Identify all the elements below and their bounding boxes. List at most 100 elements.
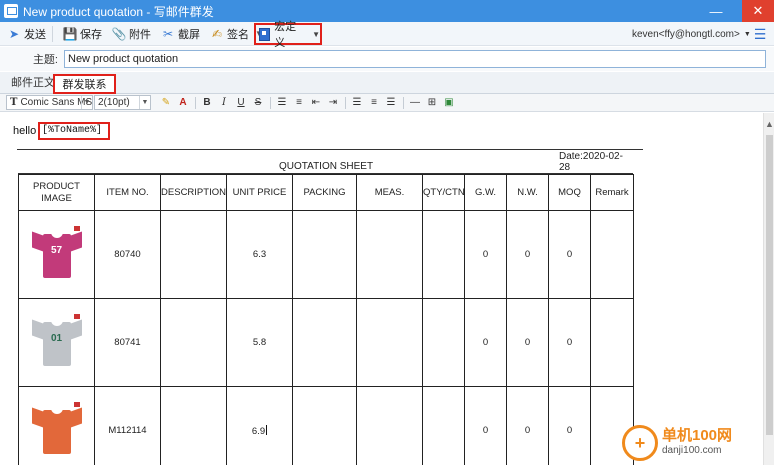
qty-ctn-cell[interactable] [422, 386, 465, 465]
insert-image-icon[interactable]: ▣ [441, 95, 457, 111]
mail-editor[interactable]: hello [%ToName%] Date:2020-02-28 QUOTATI… [0, 113, 763, 465]
minimize-button[interactable]: — [700, 0, 732, 22]
outdent-icon[interactable]: ⇤ [308, 95, 324, 111]
attach-label: 附件 [129, 28, 151, 41]
column-header: DESCRIPTION [160, 174, 227, 211]
tshirt-body [42, 409, 71, 454]
column-header: MEAS. [356, 174, 423, 211]
moq-cell[interactable]: 0 [548, 386, 591, 465]
gw-cell[interactable]: 0 [464, 298, 507, 387]
column-header: QTY/CTN [422, 174, 465, 211]
qty-ctn-cell[interactable] [422, 298, 465, 387]
moq-cell[interactable]: 0 [548, 298, 591, 387]
remark-cell[interactable] [590, 210, 634, 299]
scroll-up-icon[interactable]: ▲ [764, 119, 774, 129]
column-header: MOQ [548, 174, 591, 211]
vertical-scrollbar[interactable]: ▲ [763, 113, 774, 465]
chevron-down-icon: ▼ [743, 30, 751, 38]
bold-icon[interactable]: B [199, 95, 215, 111]
highlight-pen-icon[interactable]: ✎ [158, 95, 174, 111]
subject-input[interactable]: New product quotation [64, 50, 766, 68]
tab-mail-body[interactable]: 邮件正文 [6, 74, 60, 94]
description-cell[interactable] [160, 386, 227, 465]
nw-cell[interactable]: 0 [506, 298, 549, 387]
chevron-down-icon: ▼ [139, 96, 150, 109]
meas-cell[interactable] [356, 210, 423, 299]
meas-cell[interactable] [356, 386, 423, 465]
description-cell[interactable] [160, 210, 227, 299]
table-icon[interactable]: ⊞ [424, 95, 440, 111]
unit-price-cell[interactable]: 6.3 [226, 210, 293, 299]
send-button[interactable]: ➤ 发送 [4, 23, 49, 45]
watermark-text: 单机100网 danji100.com [662, 428, 732, 458]
item-no-cell[interactable]: 80741 [94, 298, 161, 387]
editor-tabs: 邮件正文 群发联系人 [0, 72, 774, 109]
qty-ctn-cell[interactable] [422, 210, 465, 299]
packing-cell[interactable] [292, 298, 357, 387]
ordered-list-icon[interactable]: ☰ [274, 95, 290, 111]
format-divider [270, 97, 271, 109]
table-row[interactable]: 01 80741 5.8 0 0 0 [18, 298, 634, 387]
item-no-cell[interactable]: 80740 [94, 210, 161, 299]
macro-button[interactable]: 宏定义 ▼ [254, 21, 322, 49]
align-right-icon[interactable]: ☰ [383, 95, 399, 111]
table-header-row: PRODUCT IMAGE ITEM NO. DESCRIPTION UNIT … [18, 174, 634, 211]
product-image-cell[interactable] [18, 386, 95, 465]
to-name-placeholder[interactable]: [%ToName%] [38, 122, 110, 140]
table-row[interactable]: M112114 6.9 0 0 0 [18, 386, 634, 465]
packing-cell[interactable] [292, 386, 357, 465]
signature-label: 签名 [227, 28, 249, 41]
align-center-icon[interactable]: ≡ [366, 95, 382, 111]
tshirt-body [42, 233, 71, 278]
account-selector[interactable]: keven<ffy@hongtl.com> ▼ [632, 22, 751, 46]
tshirt-tag [73, 313, 80, 319]
unit-price-cell[interactable]: 6.9 [226, 386, 293, 465]
remark-cell[interactable] [590, 298, 634, 387]
site-watermark: + 单机100网 danji100.com [622, 424, 772, 462]
item-no-cell[interactable]: M112114 [94, 386, 161, 465]
gw-cell[interactable]: 0 [464, 386, 507, 465]
column-header: UNIT PRICE [226, 174, 293, 211]
horizontal-rule-icon[interactable]: — [407, 95, 423, 111]
indent-icon[interactable]: ⇥ [325, 95, 341, 111]
underline-icon[interactable]: U [233, 95, 249, 111]
meas-cell[interactable] [356, 298, 423, 387]
scrollbar-thumb[interactable] [766, 135, 773, 435]
tshirt-image: 57 [31, 224, 82, 286]
description-cell[interactable] [160, 298, 227, 387]
greeting-text: hello [13, 125, 37, 137]
tshirt-print: 57 [50, 244, 63, 256]
screenshot-button[interactable]: ✂ 截屏 [158, 23, 203, 45]
strikethrough-icon[interactable]: S [250, 95, 266, 111]
align-left-icon[interactable]: ☰ [349, 95, 365, 111]
bullet-list-icon[interactable]: ≡ [291, 95, 307, 111]
title-bar: New product quotation - 写邮件群发 — ✕ [0, 0, 774, 22]
font-icon: T [10, 97, 18, 108]
save-icon: 💾 [62, 26, 78, 41]
product-image-cell[interactable]: 57 [18, 210, 95, 299]
save-button[interactable]: 💾 保存 [60, 23, 105, 45]
format-divider [403, 97, 404, 109]
unit-price-cell[interactable]: 5.8 [226, 298, 293, 387]
nw-cell[interactable]: 0 [506, 386, 549, 465]
font-color-icon[interactable]: A [175, 95, 191, 111]
table-row[interactable]: 57 80740 6.3 0 0 0 [18, 210, 634, 299]
format-divider [195, 97, 196, 109]
tab-group-contacts[interactable]: 群发联系人 [53, 74, 116, 109]
column-header: Remark [590, 174, 634, 211]
italic-icon[interactable]: I [216, 95, 232, 111]
hamburger-menu-icon[interactable]: ☰ [752, 26, 768, 42]
tshirt-neck [50, 231, 63, 238]
font-size-select[interactable]: 2(10pt) ▼ [94, 95, 151, 110]
font-family-select[interactable]: T Comic Sans MS ▼ [6, 95, 93, 110]
nw-cell[interactable]: 0 [506, 210, 549, 299]
attach-button[interactable]: 📎 附件 [109, 23, 154, 45]
scissors-icon: ✂ [162, 26, 174, 41]
gw-cell[interactable]: 0 [464, 210, 507, 299]
close-button[interactable]: ✕ [742, 0, 774, 22]
packing-cell[interactable] [292, 210, 357, 299]
tshirt-neck [50, 319, 63, 326]
sheet-heading: QUOTATION SHEET [279, 161, 374, 172]
moq-cell[interactable]: 0 [548, 210, 591, 299]
product-image-cell[interactable]: 01 [18, 298, 95, 387]
